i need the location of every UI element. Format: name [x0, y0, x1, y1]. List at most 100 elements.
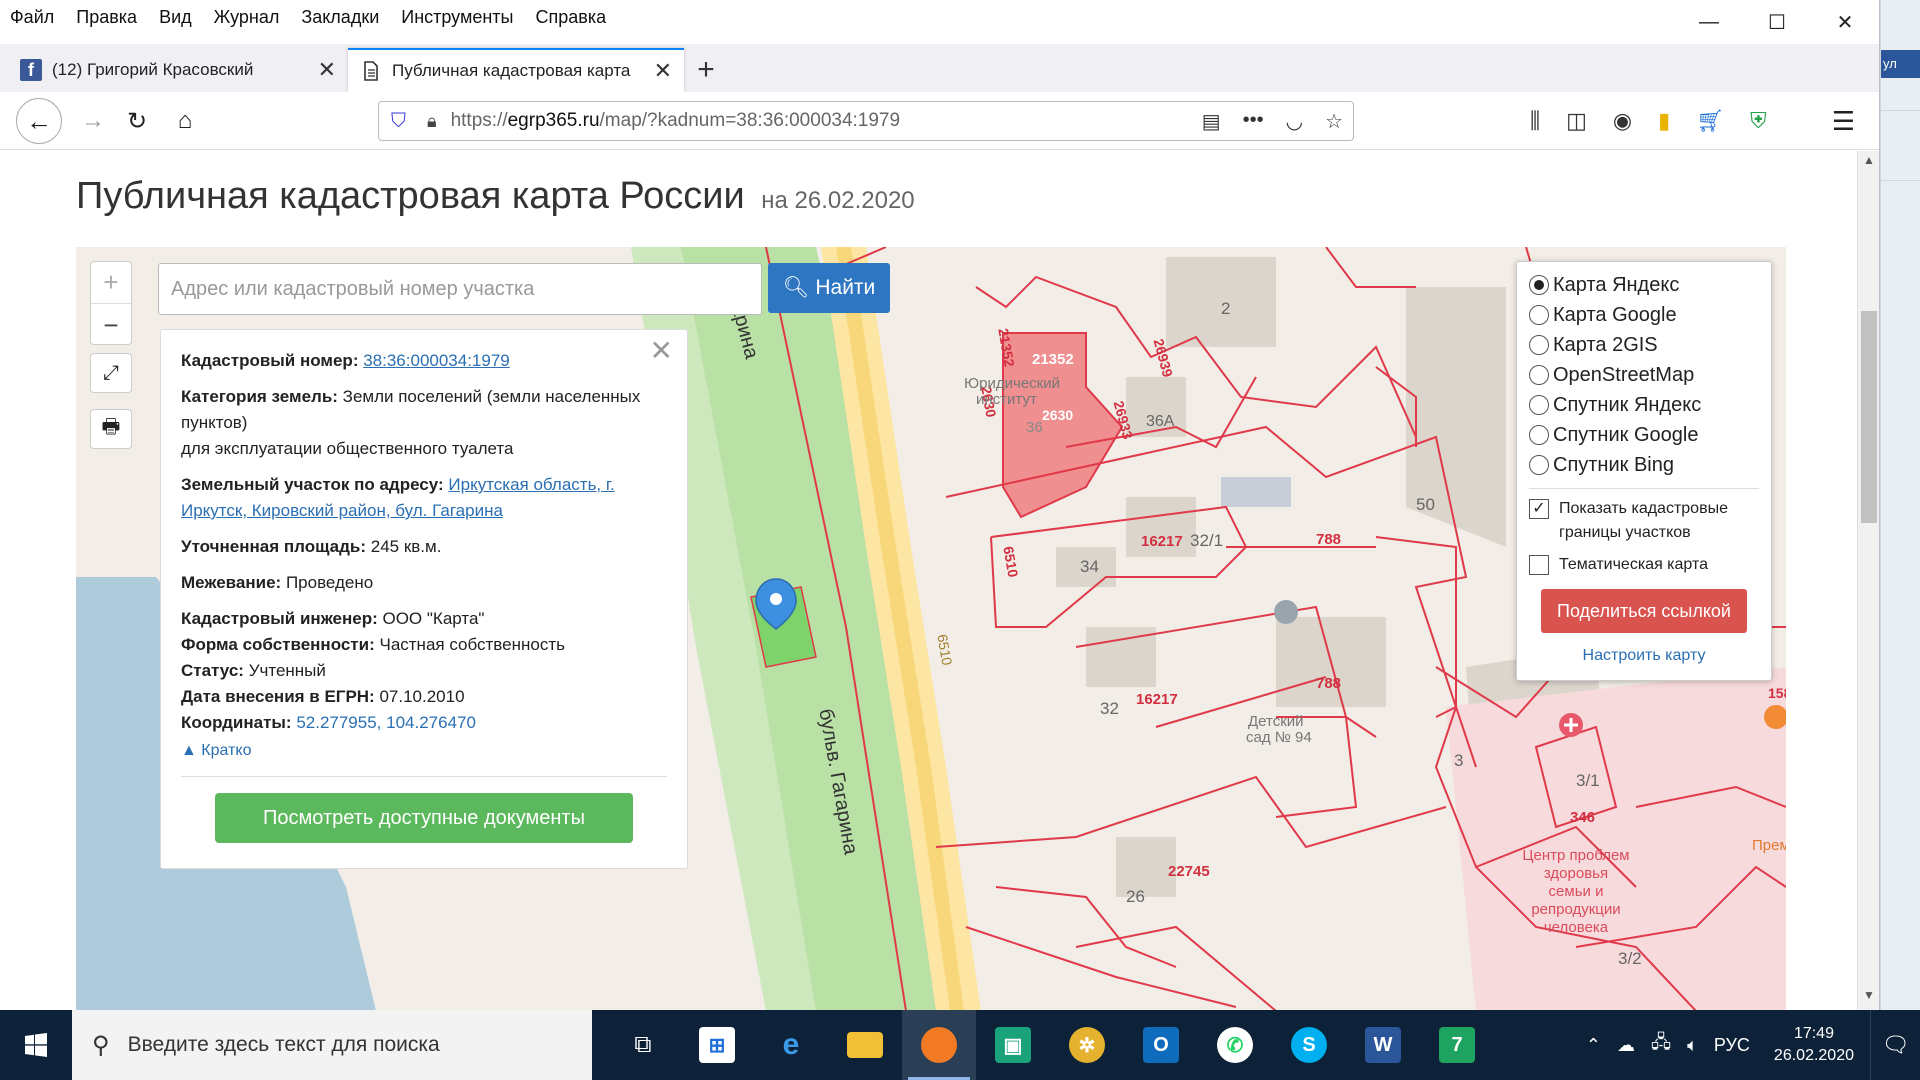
- zoom-in-button[interactable]: +: [91, 262, 131, 304]
- scrollbar-thumb[interactable]: [1861, 311, 1877, 523]
- close-tab-icon[interactable]: ✕: [318, 57, 336, 83]
- cart-icon[interactable]: 🛒︎: [1696, 108, 1724, 134]
- collapse-link[interactable]: ▲ Кратко: [181, 738, 667, 764]
- coordinates-link[interactable]: 52.277955, 104.276470: [296, 713, 476, 732]
- layer-option-yandex-satellite[interactable]: Спутник Яндекс: [1529, 390, 1759, 420]
- menu-help[interactable]: Справка: [536, 7, 607, 28]
- windows-start-icon[interactable]: [0, 1010, 72, 1080]
- configure-map-link[interactable]: Настроить карту: [1529, 647, 1759, 665]
- background-window-title: ул: [1881, 50, 1920, 78]
- adblock-shield-icon[interactable]: ⛨: [1750, 108, 1767, 134]
- menu-history[interactable]: Журнал: [214, 7, 280, 28]
- firefox-icon[interactable]: [902, 1010, 976, 1080]
- menu-bookmarks[interactable]: Закладки: [301, 7, 379, 28]
- registry-date: 07.10.2010: [379, 687, 465, 706]
- language-indicator[interactable]: РУС: [1714, 1035, 1750, 1056]
- layer-option-yandex-map[interactable]: Карта Яндекс: [1529, 270, 1759, 300]
- menu-view[interactable]: Вид: [159, 7, 192, 28]
- word-icon[interactable]: W: [1346, 1010, 1420, 1080]
- search-input[interactable]: Адрес или кадастровый номер участка: [158, 263, 762, 315]
- skype-icon[interactable]: S: [1272, 1010, 1346, 1080]
- show-borders-checkbox[interactable]: ✓ Показать кадастровые границы участков: [1529, 497, 1759, 545]
- extension-flag-icon[interactable]: ▮: [1658, 108, 1670, 134]
- map-layers-panel: Карта Яндекс Карта Google Карта 2GIS Ope…: [1516, 261, 1772, 681]
- facebook-icon: f: [20, 59, 42, 81]
- store-icon[interactable]: ⊞: [680, 1010, 754, 1080]
- reader-view-icon[interactable]: ▤: [1202, 109, 1221, 134]
- view-documents-button[interactable]: Посмотреть доступные документы: [215, 793, 633, 843]
- taskbar-apps: ⧉ ⊞ e ▣ ✲ O ✆ S W 7: [606, 1010, 1494, 1080]
- cadastral-number-link[interactable]: 38:36:000034:1979: [363, 351, 510, 370]
- taskbar: ⚲ Введите здесь текст для поиска ⧉ ⊞ e ▣…: [0, 1010, 1920, 1080]
- forward-icon[interactable]: →: [72, 100, 114, 142]
- pocket-icon[interactable]: ◡: [1286, 109, 1303, 134]
- network-icon[interactable]: 🖧︎: [1651, 1030, 1671, 1060]
- tab-title: Публичная кадастровая карта: [392, 61, 631, 80]
- back-icon[interactable]: ←: [16, 98, 62, 144]
- tab-bar: f (12) Григорий Красовский ✕ Публичная к…: [0, 44, 1879, 92]
- whatsapp-icon[interactable]: ✆: [1198, 1010, 1272, 1080]
- menu-bar: Файл Правка Вид Журнал Закладки Инструме…: [0, 0, 1879, 34]
- clock[interactable]: 17:49 26.02.2020: [1774, 1023, 1854, 1067]
- app-wheel-icon[interactable]: ✲: [1050, 1010, 1124, 1080]
- ownership-value: Частная собственность: [379, 635, 565, 654]
- fullscreen-icon[interactable]: ⤢: [90, 353, 132, 393]
- zoom-out-button[interactable]: −: [91, 304, 131, 346]
- home-icon[interactable]: ⌂: [164, 100, 206, 142]
- app-green-icon[interactable]: ▣: [976, 1010, 1050, 1080]
- volume-icon[interactable]: 🔈︎: [1687, 1035, 1698, 1056]
- maximize-icon[interactable]: ☐: [1743, 0, 1811, 44]
- scroll-up-icon[interactable]: ▲: [1858, 153, 1879, 173]
- menu-edit[interactable]: Правка: [76, 7, 137, 28]
- layer-option-google-map[interactable]: Карта Google: [1529, 300, 1759, 330]
- navigation-toolbar: ← → ↻ ⌂ ⛉ 🔒︎ https://egrp365.ru/map/?kad…: [0, 92, 1879, 150]
- print-icon[interactable]: 🖶︎: [90, 409, 132, 449]
- url-bar[interactable]: ⛉ 🔒︎ https://egrp365.ru/map/?kadnum=38:3…: [378, 101, 1354, 141]
- triangle-up-icon: ▲: [181, 742, 197, 759]
- close-tab-icon[interactable]: ✕: [654, 58, 672, 84]
- layer-option-google-satellite[interactable]: Спутник Google: [1529, 420, 1759, 450]
- url-text: https://egrp365.ru/map/?kadnum=38:36:000…: [450, 110, 901, 131]
- new-tab-icon[interactable]: +: [684, 48, 728, 92]
- menu-hamburger-icon[interactable]: ☰: [1832, 106, 1855, 137]
- page-icon: [364, 61, 378, 81]
- outlook-icon[interactable]: O: [1124, 1010, 1198, 1080]
- find-button[interactable]: 🔍︎ Найти: [768, 263, 890, 313]
- sidebar-icon[interactable]: ◫: [1566, 108, 1587, 134]
- task-view-icon[interactable]: ⧉: [606, 1010, 680, 1080]
- lock-icon[interactable]: 🔒︎: [427, 111, 437, 132]
- area-value: 245 кв.м.: [370, 537, 442, 556]
- taskbar-search-input[interactable]: ⚲ Введите здесь текст для поиска: [72, 1010, 592, 1080]
- menu-file[interactable]: Файл: [10, 7, 54, 28]
- file-explorer-icon[interactable]: [828, 1010, 902, 1080]
- tab-facebook[interactable]: f (12) Григорий Красовский ✕: [8, 48, 348, 92]
- bookmark-star-icon[interactable]: ☆: [1325, 109, 1343, 134]
- reload-icon[interactable]: ↻: [116, 100, 158, 142]
- page-actions-icon[interactable]: •••: [1243, 109, 1264, 134]
- parcel-info-panel: ✕ Кадастровый номер: 38:36:000034:1979 К…: [160, 329, 688, 869]
- menu-tools[interactable]: Инструменты: [401, 7, 513, 28]
- layer-option-2gis-map[interactable]: Карта 2GIS: [1529, 330, 1759, 360]
- share-link-button[interactable]: Поделиться ссылкой: [1541, 589, 1747, 633]
- scroll-down-icon[interactable]: ▼: [1858, 988, 1879, 1008]
- minimize-icon[interactable]: —: [1675, 0, 1743, 44]
- thematic-map-checkbox[interactable]: Тематическая карта: [1529, 553, 1759, 577]
- tracking-shield-icon[interactable]: ⛉: [391, 110, 411, 133]
- close-icon[interactable]: ✕: [650, 337, 673, 365]
- notifications-icon[interactable]: 🗨︎: [1870, 1010, 1920, 1080]
- cadastral-map[interactable]: бульв. Гагарина Гагарина 2 21352 21352 2…: [76, 247, 1786, 1010]
- layer-option-osm[interactable]: OpenStreetMap: [1529, 360, 1759, 390]
- page-title: Публичная кадастровая карта России на 26…: [76, 175, 915, 217]
- layer-option-bing-satellite[interactable]: Спутник Bing: [1529, 450, 1759, 480]
- toolbar-icons: ⫼ ◫ ◉ ▮ 🛒︎ ⛨: [1530, 108, 1767, 134]
- chevron-up-icon[interactable]: ⌃: [1586, 1035, 1601, 1056]
- window-controls: — ☐ ✕: [1675, 0, 1879, 44]
- app-7-icon[interactable]: 7: [1420, 1010, 1494, 1080]
- edge-icon[interactable]: e: [754, 1010, 828, 1080]
- library-icon[interactable]: ⫼: [1530, 108, 1540, 134]
- cloud-icon[interactable]: ☁: [1617, 1035, 1635, 1056]
- close-window-icon[interactable]: ✕: [1811, 0, 1879, 44]
- account-icon[interactable]: ◉: [1613, 108, 1632, 134]
- tab-cadastral-map[interactable]: Публичная кадастровая карта ✕: [348, 48, 684, 92]
- page-scrollbar[interactable]: ▲ ▼: [1857, 151, 1879, 1010]
